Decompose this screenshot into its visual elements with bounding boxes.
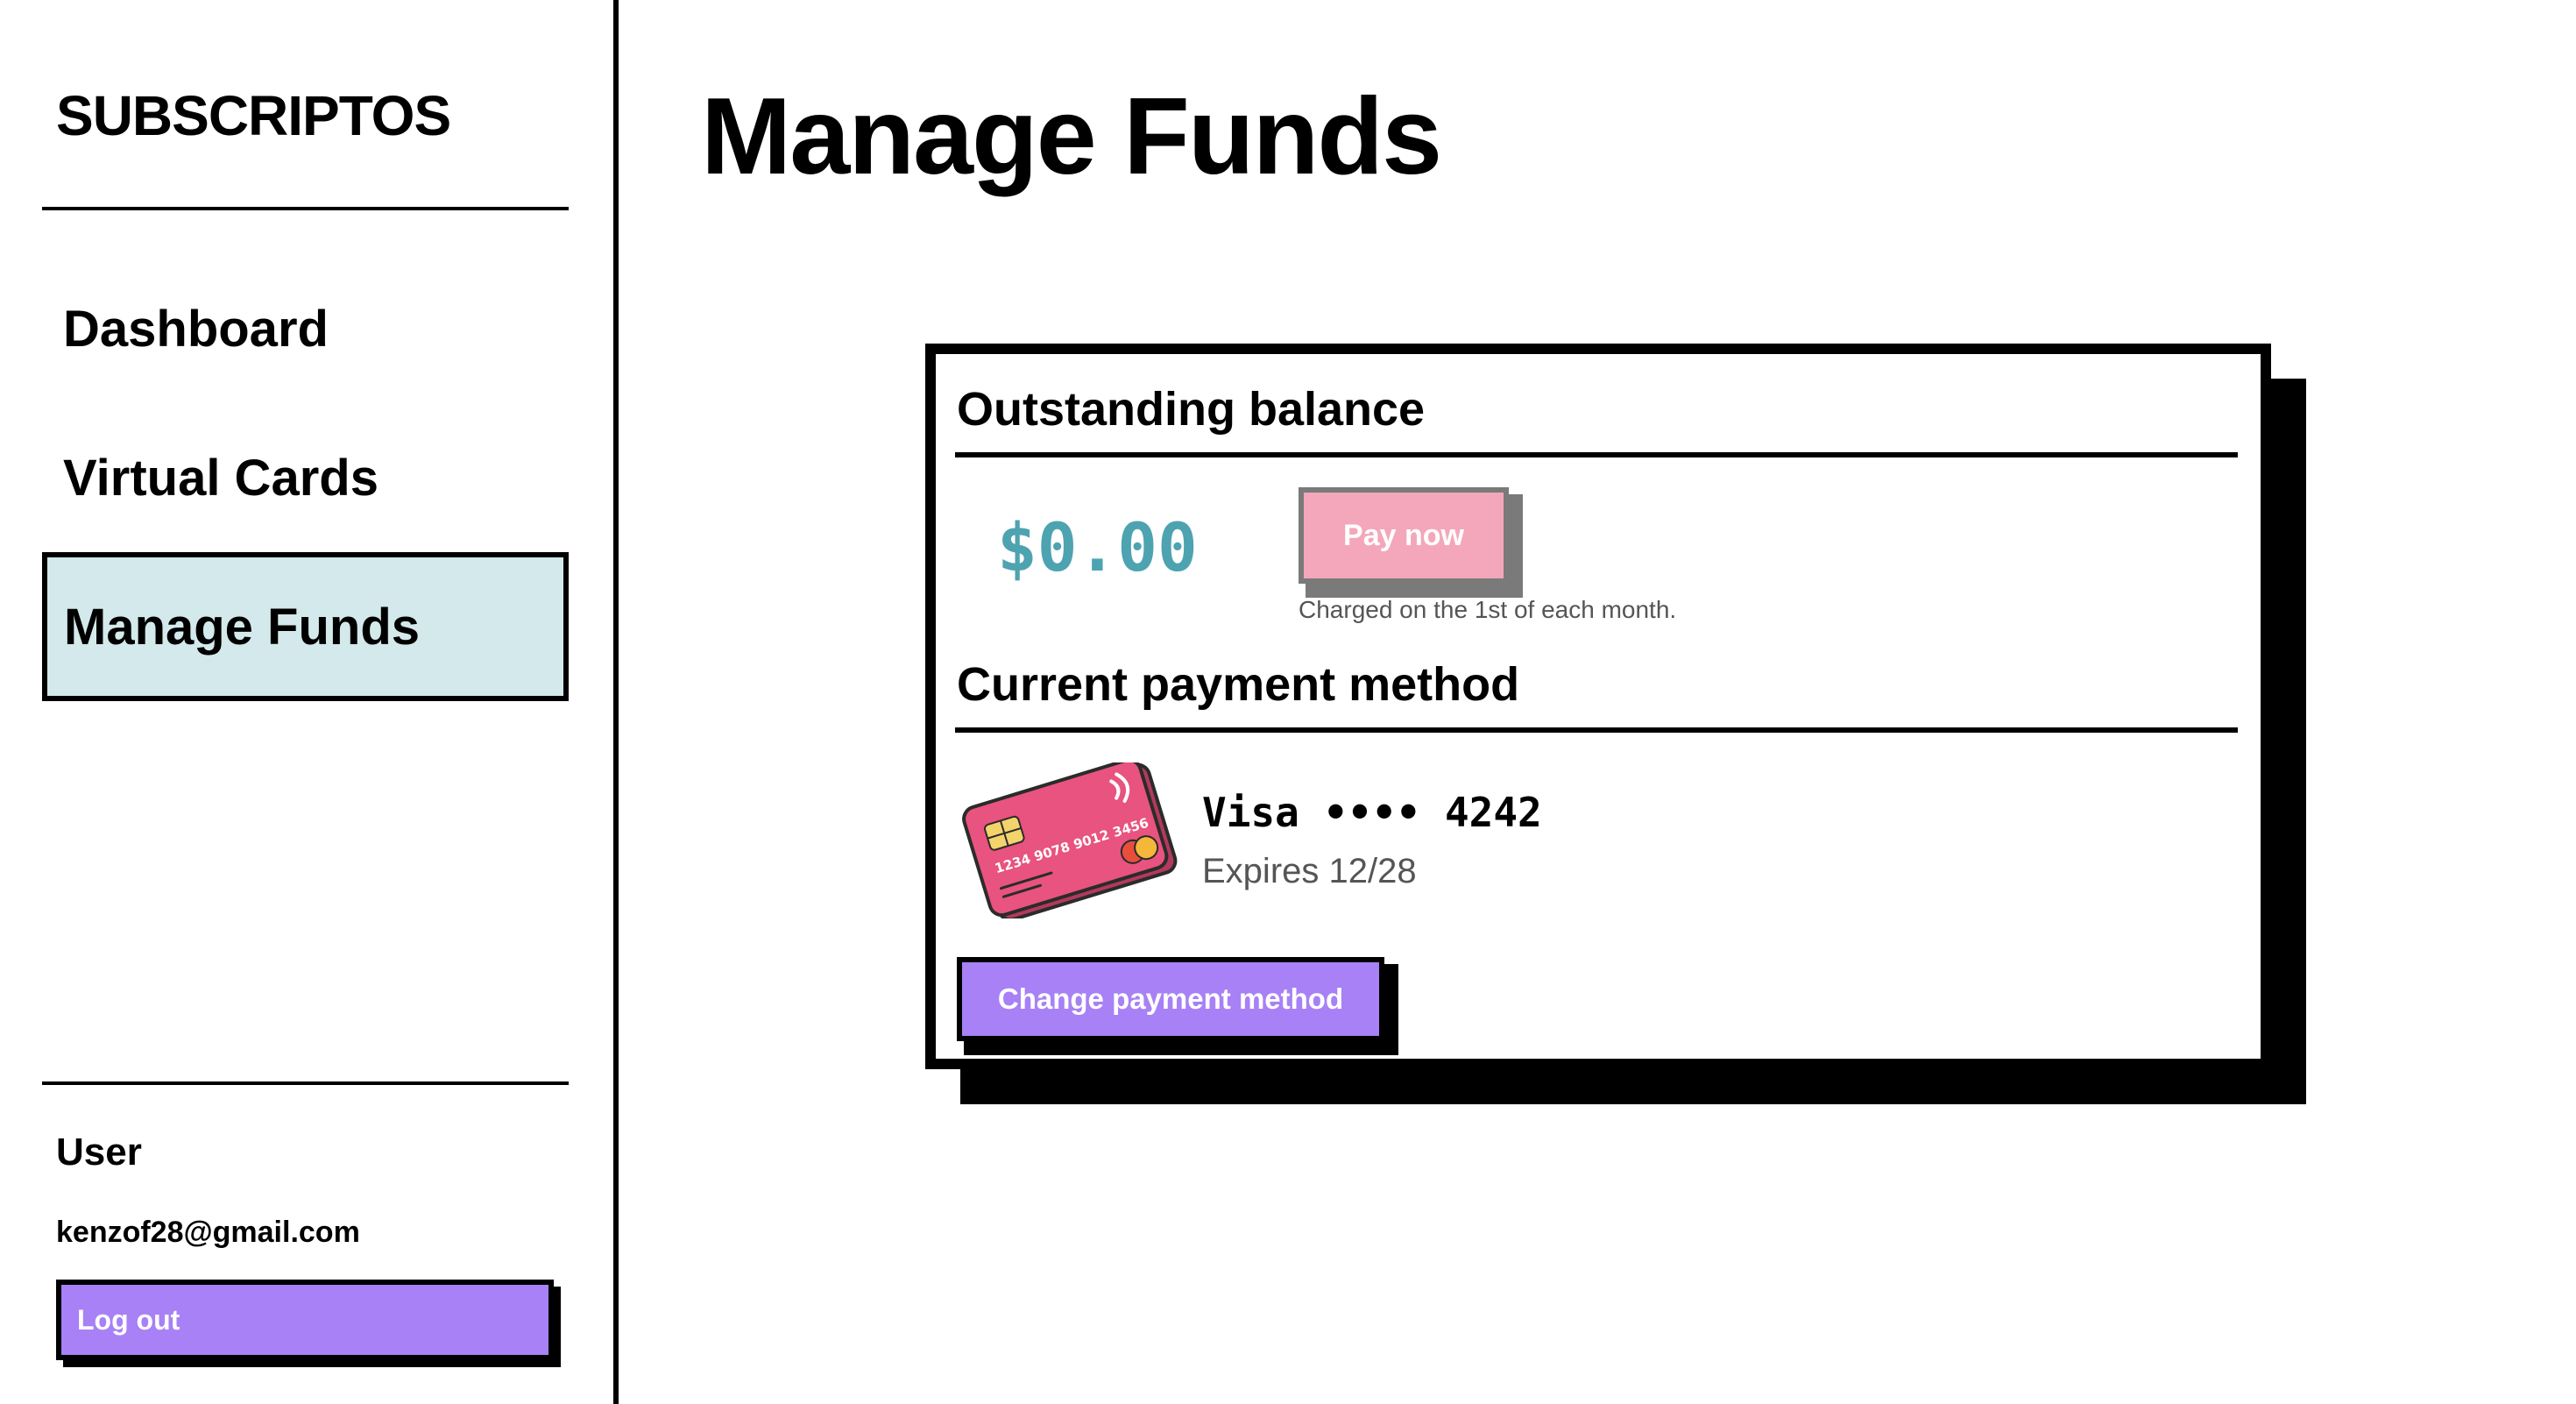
user-email: kenzof28@gmail.com <box>56 1216 360 1249</box>
sidebar-top-divider <box>42 207 569 210</box>
sidebar-item-manage-funds[interactable]: Manage Funds <box>42 552 569 701</box>
pay-now-button[interactable]: Pay now <box>1299 487 1509 584</box>
brand-logo: SUBSCRIPTOS <box>56 84 451 147</box>
sidebar-item-virtual-cards[interactable]: Virtual Cards <box>42 403 569 552</box>
sidebar-bottom-divider <box>42 1081 569 1085</box>
sidebar-item-label: Virtual Cards <box>63 449 379 507</box>
page-title: Manage Funds <box>701 76 1442 197</box>
outstanding-balance-heading: Outstanding balance <box>957 383 1426 436</box>
sidebar-item-dashboard[interactable]: Dashboard <box>42 254 569 403</box>
card-brand-last4: Visa •••• 4242 <box>1202 789 1542 836</box>
card-expiry: Expires 12/28 <box>1202 852 1417 890</box>
payment-method-heading: Current payment method <box>957 658 1520 711</box>
balance-amount: $0.00 <box>997 508 1198 586</box>
logout-button[interactable]: Log out <box>56 1280 554 1360</box>
change-payment-method-button[interactable]: Change payment method <box>957 957 1384 1041</box>
billing-note: Charged on the 1st of each month. <box>1299 596 1677 623</box>
user-label: User <box>56 1131 142 1174</box>
sidebar-item-label: Dashboard <box>63 300 329 358</box>
sidebar-item-label: Manage Funds <box>64 598 421 656</box>
section-divider <box>955 727 2238 733</box>
credit-card-illustration-icon: 1234 9078 9012 3456 <box>962 762 1178 918</box>
section-divider <box>955 452 2238 457</box>
sidebar-divider <box>613 0 619 1404</box>
